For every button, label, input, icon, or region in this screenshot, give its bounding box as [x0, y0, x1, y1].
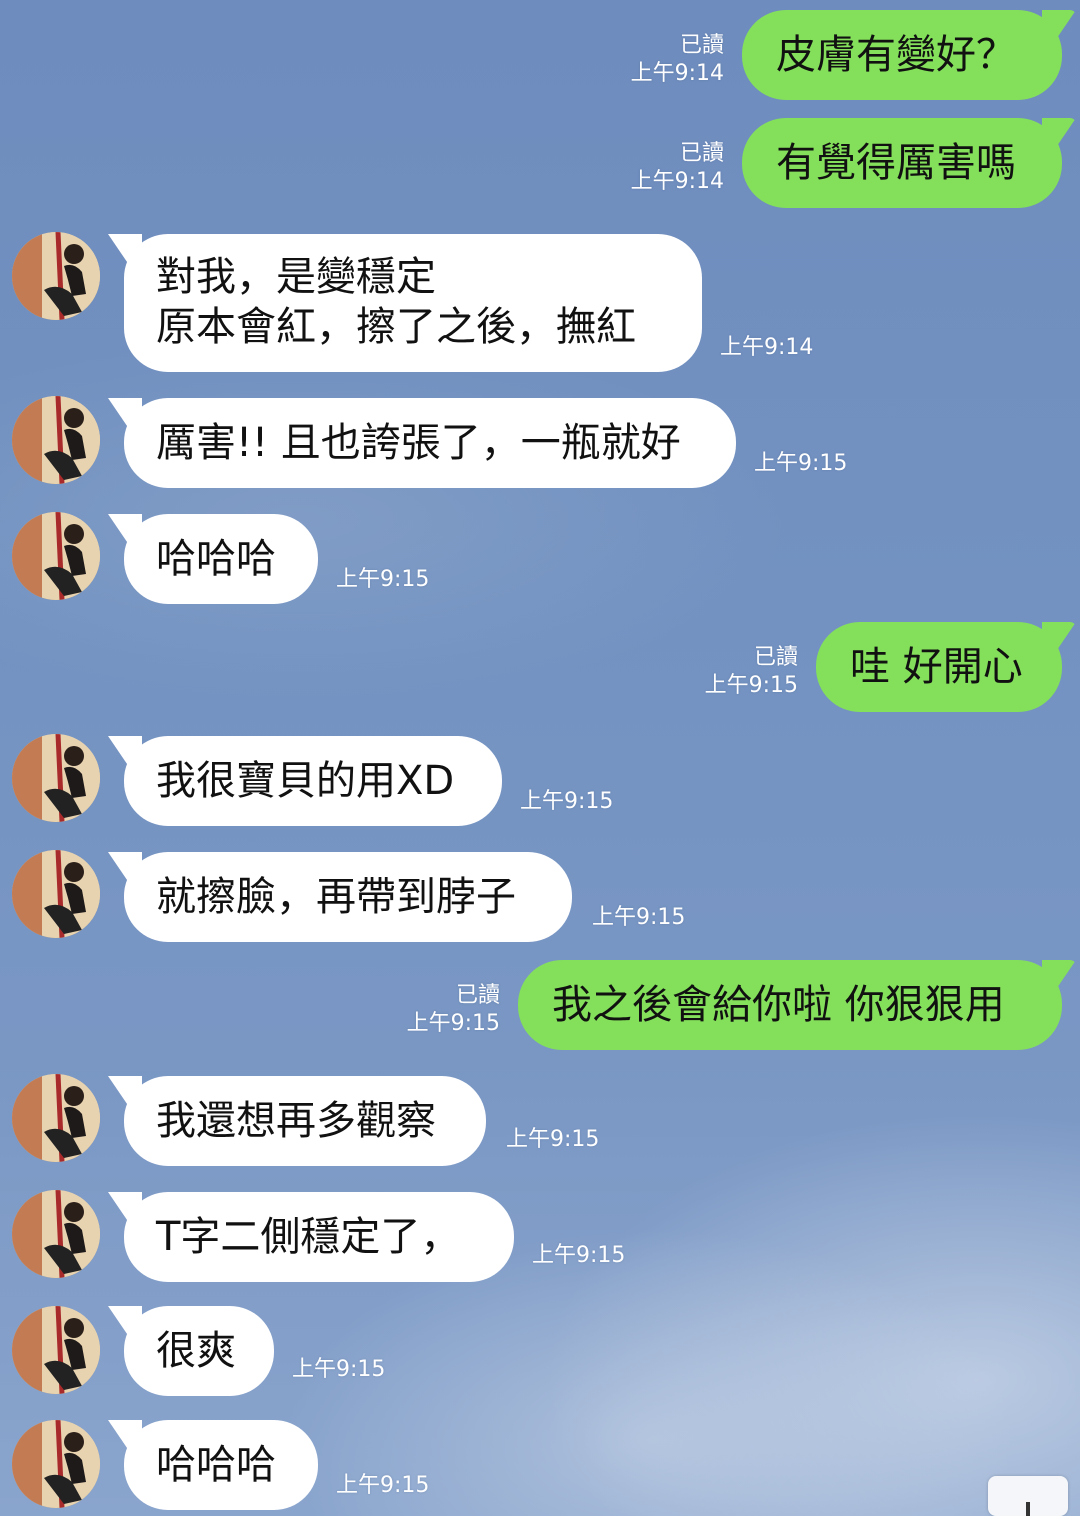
contact-avatar[interactable] — [12, 850, 100, 938]
message-time: 上午9:15 — [520, 789, 614, 814]
message-text: 我之後會給你啦 你狠狠用 — [552, 982, 1005, 1028]
message-text: 有覺得厲害嗎 — [776, 140, 1016, 186]
contact-avatar[interactable] — [12, 1306, 100, 1394]
contact-avatar[interactable] — [12, 512, 100, 600]
avatar-photo-icon — [12, 1420, 100, 1508]
message-time: 上午9:15 — [406, 1011, 500, 1036]
message-time: 上午9:15 — [506, 1127, 600, 1152]
outgoing-message-bubble[interactable]: 皮膚有變好？ — [742, 10, 1062, 100]
outgoing-message-bubble[interactable]: 我之後會給你啦 你狠狠用 — [518, 960, 1062, 1050]
contact-avatar[interactable] — [12, 1190, 100, 1278]
avatar-photo-icon — [12, 734, 100, 822]
read-receipt: 已讀 — [753, 645, 798, 670]
message-time: 上午9:15 — [592, 905, 686, 930]
message-time: 上午9:15 — [336, 567, 430, 592]
incoming-message-bubble[interactable]: 很爽 — [124, 1306, 274, 1396]
message-text: 我很寶貝的用XD — [156, 758, 455, 804]
message-text-line: 原本會紅，擦了之後，撫紅 — [156, 304, 636, 350]
message-meta: 已讀 上午9:14 — [631, 140, 724, 196]
chat-message-list[interactable]: 已讀 上午9:14 皮膚有變好？ 已讀 上午9:14 有覺得厲害嗎 對我，是變穩… — [0, 0, 1080, 1516]
contact-avatar[interactable] — [12, 734, 100, 822]
contact-avatar[interactable] — [12, 1420, 100, 1508]
message-text: 就擦臉，再帶到脖子 — [156, 874, 516, 920]
message-time: 上午9:15 — [336, 1473, 430, 1498]
message-time: 上午9:15 — [704, 673, 798, 698]
message-text: 我還想再多觀察 — [156, 1098, 436, 1144]
contact-avatar[interactable] — [12, 1074, 100, 1162]
incoming-message-bubble[interactable]: T字二側穩定了， — [124, 1192, 514, 1282]
message-text: T字二側穩定了， — [156, 1214, 461, 1260]
message-text: 哈哈哈 — [156, 536, 276, 582]
message-text-line: 對我，是變穩定 — [156, 254, 436, 300]
message-text: 厲害!! 且也誇張了，一瓶就好 — [156, 420, 681, 466]
avatar-photo-icon — [12, 850, 100, 938]
incoming-message-bubble[interactable]: 哈哈哈 — [124, 514, 318, 604]
avatar-photo-icon — [12, 1190, 100, 1278]
contact-avatar[interactable] — [12, 232, 100, 320]
avatar-photo-icon — [12, 1074, 100, 1162]
message-time: 上午9:15 — [532, 1243, 626, 1268]
incoming-message-bubble[interactable]: 我很寶貝的用XD — [124, 736, 502, 826]
message-text: 哈哈哈 — [156, 1442, 276, 1488]
read-receipt: 已讀 — [679, 33, 724, 58]
message-time: 上午9:14 — [630, 169, 724, 194]
message-time: 上午9:15 — [754, 451, 848, 476]
message-text: 皮膚有變好？ — [776, 32, 1016, 78]
outgoing-message-bubble[interactable]: 哇 好開心 — [816, 622, 1062, 712]
scroll-down-arrow-icon — [1026, 1502, 1030, 1516]
message-time: 上午9:14 — [630, 61, 724, 86]
scroll-to-bottom-button[interactable] — [988, 1476, 1068, 1516]
message-text: 哇 好開心 — [850, 644, 1023, 690]
avatar-photo-icon — [12, 232, 100, 320]
avatar-photo-icon — [12, 396, 100, 484]
message-time: 上午9:15 — [292, 1357, 386, 1382]
read-receipt: 已讀 — [679, 141, 724, 166]
contact-avatar[interactable] — [12, 396, 100, 484]
incoming-message-bubble[interactable]: 我還想再多觀察 — [124, 1076, 486, 1166]
incoming-message-bubble[interactable]: 就擦臉，再帶到脖子 — [124, 852, 572, 942]
read-receipt: 已讀 — [455, 983, 500, 1008]
message-text: 很爽 — [156, 1328, 236, 1374]
outgoing-message-bubble[interactable]: 有覺得厲害嗎 — [742, 118, 1062, 208]
message-meta: 已讀 上午9:15 — [407, 982, 500, 1038]
incoming-message-bubble[interactable]: 厲害!! 且也誇張了，一瓶就好 — [124, 398, 736, 488]
avatar-photo-icon — [12, 512, 100, 600]
message-meta: 已讀 上午9:14 — [631, 32, 724, 88]
incoming-message-bubble[interactable]: 對我，是變穩定 原本會紅，擦了之後，撫紅 — [124, 234, 702, 372]
message-time: 上午9:14 — [720, 335, 814, 360]
incoming-message-bubble[interactable]: 哈哈哈 — [124, 1420, 318, 1510]
avatar-photo-icon — [12, 1306, 100, 1394]
message-meta: 已讀 上午9:15 — [705, 644, 798, 700]
